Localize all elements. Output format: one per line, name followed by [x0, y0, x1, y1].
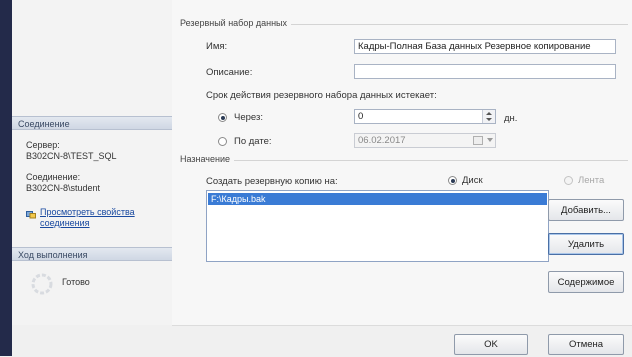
remove-button[interactable]: Удалить [548, 233, 624, 255]
add-button[interactable]: Добавить... [548, 199, 624, 221]
connection-section-header: Соединение [12, 116, 172, 130]
connection-properties-icon [26, 209, 36, 219]
progress-spinner-icon [30, 272, 54, 296]
chevron-down-icon [487, 138, 493, 142]
general-page: Резервный набор данных Имя: Кадры-Полная… [172, 0, 632, 325]
expire-days-value: 0 [358, 111, 364, 122]
description-field[interactable] [354, 64, 616, 79]
disk-label: Диск [462, 175, 483, 186]
progress-section-header: Ход выполнения [12, 247, 172, 261]
expire-on-date-radio[interactable] [218, 137, 227, 146]
destination-group-line [180, 160, 628, 161]
ok-button[interactable]: OK [454, 334, 528, 355]
connection-value: B302CN-8\student [26, 183, 101, 193]
dialog-footer: OK Отмена [172, 325, 632, 357]
window-left-edge [0, 0, 12, 356]
backup-to-label: Создать резервную копию на: [206, 176, 338, 187]
tape-radio[interactable] [564, 176, 573, 185]
expire-date-value: 06.02.2017 [358, 135, 406, 146]
disk-radio[interactable] [448, 176, 457, 185]
expire-date-picker[interactable]: 06.02.2017 [354, 133, 496, 148]
destination-group-label: Назначение [180, 154, 235, 164]
connection-label: Соединение: [26, 172, 81, 182]
progress-status: Готово [62, 277, 90, 287]
destination-file-list[interactable]: F:\Кадры.bak [206, 190, 549, 262]
backup-set-group-label: Резервный набор данных [180, 18, 292, 28]
expire-days-stepper[interactable]: 0 [354, 109, 496, 124]
tape-label: Лента [578, 175, 605, 186]
description-label: Описание: [206, 67, 253, 78]
spin-arrows-icon[interactable] [482, 110, 495, 123]
backup-name-field[interactable]: Кадры-Полная База данных Резервное копир… [354, 39, 616, 54]
expire-on-date-label: По дате: [234, 136, 272, 147]
server-value: B302CN-8\TEST_SQL [26, 151, 117, 161]
expire-after-label: Через: [234, 112, 263, 123]
link-line-2: соединения [40, 218, 90, 228]
contents-button[interactable]: Содержимое [548, 271, 624, 293]
view-connection-properties-link[interactable]: Просмотреть свойства соединения [40, 207, 135, 229]
list-item[interactable]: F:\Кадры.bak [208, 193, 547, 205]
calendar-icon [473, 136, 483, 145]
expires-label: Срок действия резервного набора данных и… [206, 90, 437, 101]
expire-after-radio[interactable] [218, 113, 227, 122]
days-unit-label: дн. [504, 113, 518, 124]
side-pane: Соединение Сервер: B302CN-8\TEST_SQL Сое… [12, 0, 173, 325]
name-label: Имя: [206, 41, 228, 52]
link-line-1: Просмотреть свойства [40, 207, 135, 217]
server-label: Сервер: [26, 140, 60, 150]
cancel-button[interactable]: Отмена [548, 334, 624, 355]
